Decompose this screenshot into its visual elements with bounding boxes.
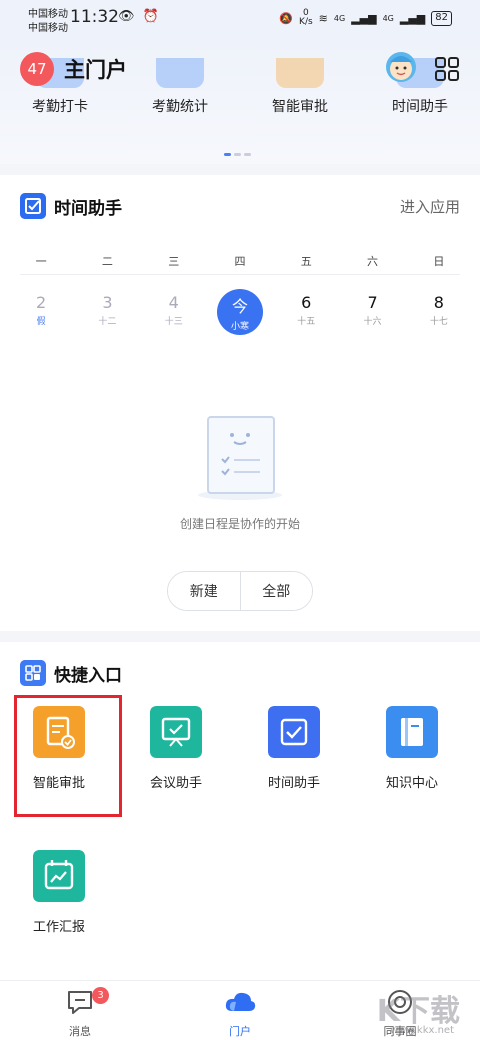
quick-knowledge-center[interactable]: 知识中心 xyxy=(386,706,480,791)
time-helper-card: 时间助手 进入应用 一 二 三 四 五 六 日 2 假 3 十二 4 十三 今 … xyxy=(0,175,480,631)
chat-bubble-icon xyxy=(68,991,92,1014)
weekday-label: 六 xyxy=(367,255,379,268)
weekday-header: 一 二 三 四 五 六 日 xyxy=(8,253,472,269)
app-attendance-stats[interactable]: 考勤统计 xyxy=(135,58,225,116)
alarm-icon: ⏰ xyxy=(142,9,159,24)
schedule-actions: 新建 全部 xyxy=(167,571,313,611)
date-cell-today[interactable]: 今 小寒 xyxy=(207,289,273,339)
carrier-2: 中国移动 xyxy=(28,23,68,34)
portal-header: 考勤打卡 考勤统计 智能审批 时间助手 47 主门户 xyxy=(0,36,480,164)
signal-bars-icon: ▂▄▆ xyxy=(399,11,426,25)
messages-badge: 3 xyxy=(92,987,109,1004)
status-time: 11:32 xyxy=(70,7,119,27)
book-icon xyxy=(386,706,438,758)
signal-1: 4G xyxy=(333,13,346,23)
empty-state-text: 创建日程是协作的开始 xyxy=(179,517,300,531)
calendar-check-icon xyxy=(20,193,46,219)
page-dot xyxy=(234,153,241,156)
all-schedules-button[interactable]: 全部 xyxy=(240,572,312,610)
mute-icon: 🔕 xyxy=(279,11,294,25)
enter-app-link[interactable]: 进入应用 xyxy=(400,196,460,217)
date-cell[interactable]: 2 假 xyxy=(8,289,74,339)
notification-badge[interactable]: 47 xyxy=(20,52,54,86)
weekday-label: 五 xyxy=(300,255,312,268)
page-dot xyxy=(244,153,251,156)
watermark-logo: K下载 xyxy=(376,994,460,1029)
highlight-annotation-box xyxy=(14,695,122,817)
weekday-label: 二 xyxy=(101,255,113,268)
carrier-1: 中国移动 xyxy=(28,9,68,20)
date-cell[interactable]: 7 十六 xyxy=(339,289,405,339)
cloud-icon xyxy=(225,992,256,1011)
weekday-label: 日 xyxy=(433,255,445,268)
time-helper-title: 时间助手 xyxy=(54,199,122,219)
smart-approval-icon xyxy=(276,58,324,88)
date-cell[interactable]: 4 十三 xyxy=(141,289,207,339)
signal-bars-icon: ▂▄▆ xyxy=(351,11,377,25)
quick-time-helper[interactable]: 时间助手 xyxy=(268,706,368,791)
weekday-label: 三 xyxy=(168,255,180,268)
net-speed: 0 K/s xyxy=(299,8,313,27)
date-cell[interactable]: 3 十二 xyxy=(74,289,140,339)
nav-portal[interactable]: 门户 xyxy=(200,989,280,1039)
signal-2: 4G xyxy=(382,13,394,23)
app-smart-approval[interactable]: 智能审批 xyxy=(255,58,345,116)
quick-work-report[interactable]: 工作汇报 xyxy=(33,850,133,935)
battery-indicator: 82 xyxy=(431,10,452,26)
eye-icon: 👁 xyxy=(118,9,135,24)
date-cell[interactable]: 8 十七 xyxy=(406,289,472,339)
report-chart-icon xyxy=(33,850,85,902)
attendance-stats-icon xyxy=(156,58,204,88)
quick-entry-title: 快捷入口 xyxy=(54,666,122,686)
bottom-nav: 3 消息 门户 同事圈 K下载 www.kkx.net xyxy=(0,980,480,1040)
page-title: 主门户 xyxy=(64,58,127,82)
status-bar: 中国移动 中国移动 11:32 👁 ⏰ 🔕 0 K/s ≋ 4G ▂▄▆ 4G ▂… xyxy=(0,0,480,36)
quick-entry-card: 快捷入口 智能审批 会议助手 时间助手 知识中心 工作汇报 xyxy=(0,642,480,980)
empty-schedule-illustration-icon xyxy=(198,416,282,500)
weekday-label: 四 xyxy=(234,255,246,268)
weekday-label: 一 xyxy=(35,255,47,268)
week-dates: 2 假 3 十二 4 十三 今 小寒 6 十五 7 十六 8 十七 xyxy=(8,289,472,339)
quick-entry-grid-icon xyxy=(20,660,46,686)
apps-grid-icon[interactable] xyxy=(434,56,460,82)
page-dot xyxy=(224,153,231,156)
wifi-icon: ≋ xyxy=(318,11,328,25)
mascot-avatar-icon[interactable] xyxy=(384,50,418,84)
page-indicator xyxy=(224,153,251,156)
meeting-board-icon xyxy=(150,706,202,758)
divider xyxy=(20,274,460,275)
calendar-check-icon xyxy=(268,706,320,758)
quick-meeting-helper[interactable]: 会议助手 xyxy=(150,706,250,791)
watermark-url: www.kkx.net xyxy=(390,1025,454,1036)
nav-messages[interactable]: 3 消息 xyxy=(40,987,120,1039)
new-schedule-button[interactable]: 新建 xyxy=(168,572,240,610)
date-cell[interactable]: 6 十五 xyxy=(273,289,339,339)
